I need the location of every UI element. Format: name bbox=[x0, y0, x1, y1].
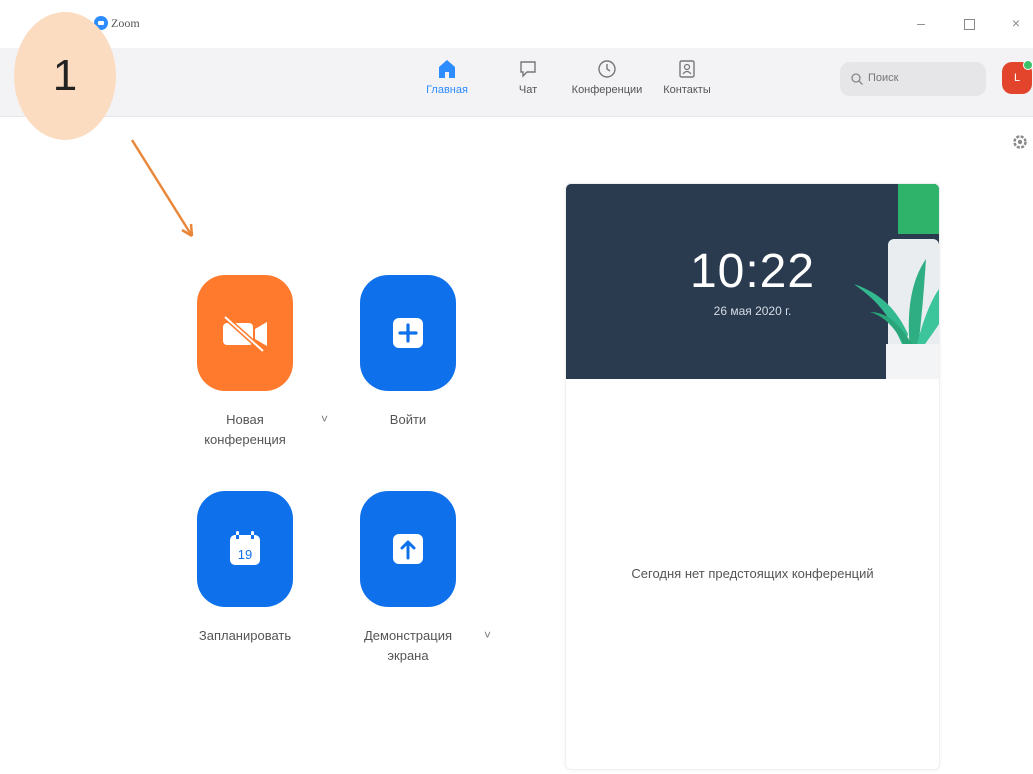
online-status-dot bbox=[1023, 60, 1033, 70]
home-icon bbox=[439, 60, 455, 78]
clock-banner: 10:22 26 мая 2020 г. bbox=[566, 184, 939, 379]
share-screen-button[interactable] bbox=[360, 491, 456, 607]
title-bar: Zoom – × bbox=[0, 0, 1033, 48]
close-button[interactable]: × bbox=[1005, 12, 1027, 34]
tab-contacts[interactable]: Контакты bbox=[655, 58, 719, 96]
share-screen-label-line2: экрана bbox=[387, 648, 429, 663]
tab-chat-label: Чат bbox=[518, 84, 538, 96]
calendar-day-number: 19 bbox=[238, 547, 252, 562]
zoom-window: Zoom – × Главная Чат Конференции Контакт… bbox=[0, 0, 1033, 774]
plant-illustration bbox=[854, 184, 939, 379]
plus-icon bbox=[393, 318, 423, 348]
schedule-label: Запланировать bbox=[198, 628, 292, 643]
window-title: Zoom bbox=[111, 16, 140, 30]
tab-chat[interactable]: Чат bbox=[508, 58, 548, 96]
maximize-button[interactable] bbox=[958, 12, 980, 34]
search-input[interactable] bbox=[868, 72, 968, 84]
settings-gear-icon[interactable] bbox=[1011, 133, 1029, 151]
avatar[interactable]: L bbox=[1002, 60, 1033, 94]
search-box[interactable] bbox=[840, 62, 986, 96]
share-screen-label: Демонстрация экрана bbox=[333, 626, 483, 666]
step-number-badge: 1 bbox=[14, 12, 116, 140]
new-meeting-label: Новая конференция bbox=[170, 410, 320, 450]
new-meeting-button[interactable] bbox=[197, 275, 293, 391]
annotation-arrow bbox=[130, 139, 194, 238]
share-screen-options-chevron[interactable]: ˅ bbox=[484, 628, 491, 642]
tab-meetings[interactable]: Конференции bbox=[562, 58, 652, 96]
join-button[interactable] bbox=[360, 275, 456, 391]
tab-home[interactable]: Главная bbox=[420, 58, 474, 96]
share-screen-label-line1: Демонстрация bbox=[363, 628, 453, 643]
video-off-icon bbox=[223, 315, 267, 353]
tab-home-label: Главная bbox=[426, 84, 468, 96]
new-meeting-options-chevron[interactable]: ˅ bbox=[321, 412, 328, 426]
new-meeting-label-line2: конференция bbox=[204, 432, 286, 447]
join-label: Войти bbox=[389, 412, 427, 427]
share-screen-icon bbox=[393, 534, 423, 564]
contacts-icon bbox=[679, 60, 695, 78]
top-navigation-bar: Главная Чат Конференции Контакты Поиск L bbox=[0, 48, 1033, 117]
upcoming-meetings-card: 10:22 26 мая 2020 г. Сегодня нет предсто… bbox=[565, 183, 940, 770]
calendar-icon: 19 bbox=[230, 531, 260, 565]
avatar-initial: L bbox=[1013, 72, 1021, 84]
minimize-button[interactable]: – bbox=[910, 12, 932, 34]
tab-meetings-label: Конференции bbox=[571, 84, 643, 96]
chat-icon bbox=[520, 61, 536, 78]
new-meeting-label-line1: Новая bbox=[226, 412, 264, 427]
schedule-button[interactable]: 19 bbox=[197, 491, 293, 607]
tab-contacts-label: Контакты bbox=[663, 84, 711, 96]
clock-icon bbox=[598, 60, 616, 78]
maximize-icon bbox=[963, 18, 975, 30]
no-meetings-message: Сегодня нет предстоящих конференций bbox=[631, 566, 874, 581]
search-icon bbox=[851, 73, 863, 85]
